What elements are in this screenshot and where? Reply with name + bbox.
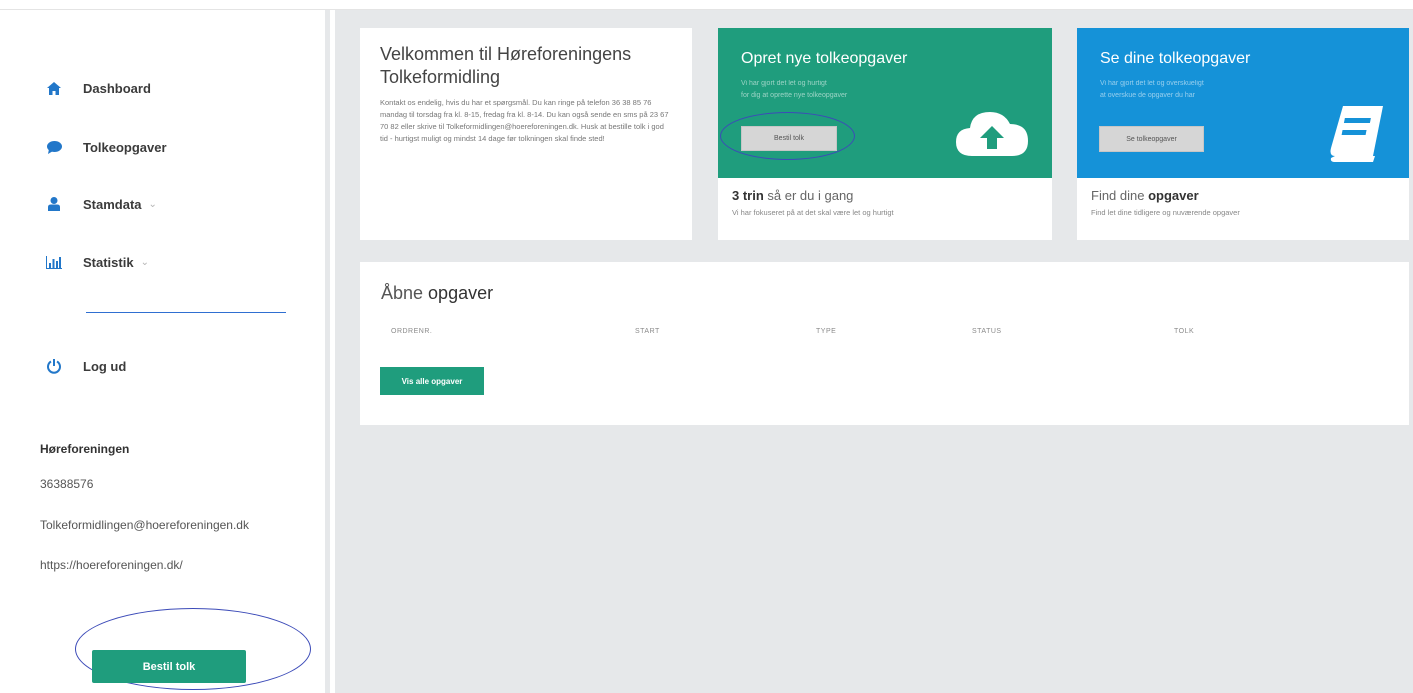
view-card-title: Se dine tolkeopgaver — [1100, 50, 1251, 67]
column-header-ordrenr[interactable]: ORDRENR. — [391, 328, 432, 335]
user-icon — [44, 194, 64, 214]
logout-button[interactable]: Log ud — [44, 356, 126, 376]
column-header-status[interactable]: STATUS — [972, 328, 1002, 335]
nav-label: Tolkeopgaver — [83, 139, 167, 155]
column-header-type[interactable]: TYPE — [816, 328, 836, 335]
open-tasks-title: Åbne opgaver — [381, 283, 493, 304]
nav-label: Stamdata — [83, 196, 142, 212]
open-tasks-title-bold: opgaver — [428, 283, 494, 303]
home-icon — [44, 78, 64, 98]
chevron-down-icon: ⌄ — [140, 256, 149, 268]
find-bold: opgaver — [1148, 188, 1199, 203]
find-plain: Find dine — [1091, 188, 1149, 203]
view-card-header: Se dine tolkeopgaver Vi har gjort det le… — [1077, 28, 1409, 178]
welcome-text: Kontakt os endelig, hvis du har et spørg… — [380, 98, 669, 143]
steps-rest: så er du i gang — [763, 188, 854, 203]
column-header-tolk[interactable]: TOLK — [1174, 328, 1194, 335]
nav-label: Statistik — [83, 254, 134, 270]
book-icon — [1329, 102, 1387, 169]
create-card-title: Opret nye tolkeopgaver — [741, 50, 908, 67]
nav-item-stamdata[interactable]: Stamdata ⌄ — [44, 194, 157, 214]
create-tasks-card: Opret nye tolkeopgaver Vi har gjort det … — [718, 28, 1052, 240]
org-email[interactable]: Tolkeformidlingen@hoereforeningen.dk — [40, 518, 249, 532]
top-bar — [0, 0, 1413, 10]
column-header-start[interactable]: START — [635, 328, 660, 335]
create-card-subtitle-line: Vi har gjort det let og hurtigt — [741, 80, 827, 87]
create-card-header: Opret nye tolkeopgaver Vi har gjort det … — [718, 28, 1052, 178]
view-card-subtitle-line: Vi har gjort det let og overskueligt — [1100, 80, 1204, 87]
bar-chart-icon — [44, 252, 64, 272]
welcome-title: Velkommen til Høreforeningens Tolkeformi… — [380, 44, 632, 87]
open-tasks-panel: Åbne opgaver ORDRENR. START TYPE STATUS … — [360, 262, 1409, 425]
create-card-footer: 3 trin så er du i gang Vi har fokuseret … — [718, 178, 1052, 227]
show-all-tasks-button[interactable]: Vis alle opgaver — [380, 367, 484, 395]
open-tasks-title-plain: Åbne — [381, 283, 429, 303]
create-card-note: Vi har fokuseret på at det skal være let… — [732, 208, 894, 217]
welcome-panel: Velkommen til Høreforeningens Tolkeformi… — [360, 28, 692, 240]
sidebar: Dashboard Tolkeopgaver Stamdata ⌄ Statis… — [0, 10, 330, 693]
chat-bubble-icon — [44, 137, 64, 157]
order-interpreter-button[interactable]: Bestil tolk — [92, 650, 246, 683]
create-card-subtitle-line: for dig at oprette nye tolkeopgaver — [741, 92, 848, 99]
org-url[interactable]: https://hoereforeningen.dk/ — [40, 558, 183, 572]
view-tasks-button[interactable]: Se tolkeopgaver — [1099, 126, 1204, 152]
logout-label: Log ud — [83, 358, 127, 374]
view-card-subtitle-line: at overskue de opgaver du har — [1100, 92, 1195, 99]
org-name: Høreforeningen — [40, 442, 130, 456]
view-card-subtitle: Vi har gjort det let og overskueligt at … — [1100, 78, 1386, 102]
view-card-footer: Find dine opgaver Find let dine tidliger… — [1077, 178, 1409, 227]
create-card-steps: 3 trin så er du i gang — [732, 188, 1038, 203]
order-interpreter-card-button[interactable]: Bestil tolk — [741, 126, 837, 151]
chevron-down-icon: ⌄ — [148, 198, 157, 210]
power-icon — [44, 356, 64, 376]
view-card-find: Find dine opgaver — [1091, 188, 1395, 203]
nav-label: Dashboard — [83, 80, 151, 96]
nav-item-dashboard[interactable]: Dashboard — [44, 78, 151, 98]
view-tasks-card: Se dine tolkeopgaver Vi har gjort det le… — [1077, 28, 1409, 240]
create-card-subtitle: Vi har gjort det let og hurtigt for dig … — [741, 78, 1029, 102]
cloud-upload-icon — [954, 104, 1030, 163]
steps-bold: 3 trin — [732, 188, 764, 203]
nav-item-statistik[interactable]: Statistik ⌄ — [44, 252, 149, 272]
view-card-note: Find let dine tidligere og nuværende opg… — [1091, 208, 1240, 217]
nav-divider — [86, 312, 286, 313]
nav-item-tolkeopgaver[interactable]: Tolkeopgaver — [44, 137, 167, 157]
org-phone: 36388576 — [40, 477, 94, 491]
